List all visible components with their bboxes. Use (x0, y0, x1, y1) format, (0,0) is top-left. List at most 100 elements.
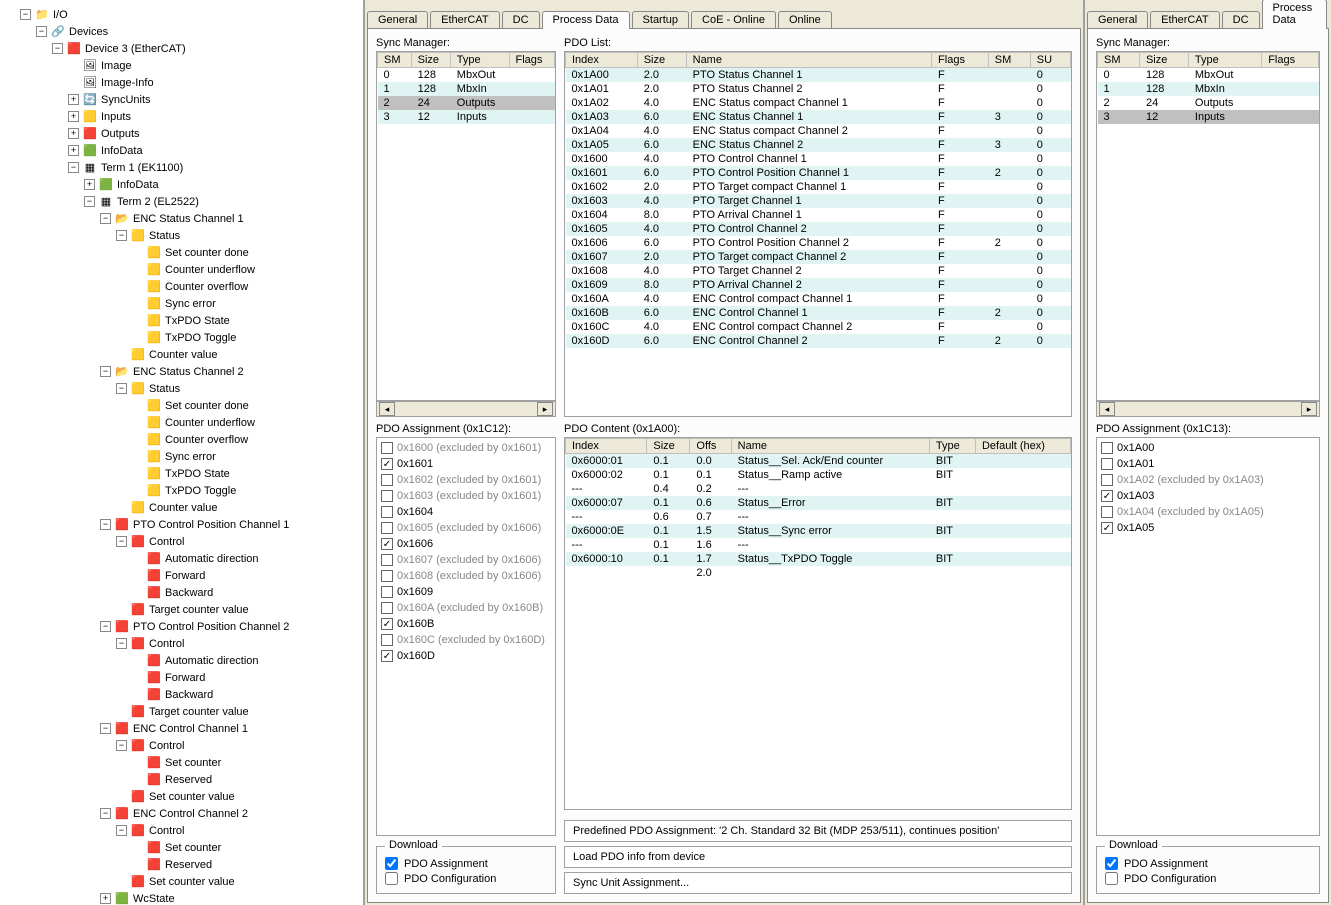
col-header[interactable]: SM (1098, 53, 1140, 68)
tree-encctrl1[interactable]: −🟥ENC Control Channel 1 (100, 720, 359, 737)
pdo-checkbox-item[interactable]: 0x1A01 (1099, 456, 1317, 472)
collapse-icon[interactable]: − (36, 26, 47, 37)
col-header[interactable]: Size (647, 439, 690, 454)
tab-process-data[interactable]: Process Data (542, 11, 630, 29)
table-row[interactable]: 312Inputs (378, 110, 555, 124)
checkbox-icon[interactable]: ✓ (381, 650, 393, 662)
tree-control[interactable]: −🟥Control (116, 533, 359, 550)
pdo-checkbox-item[interactable]: ✓0x160D (379, 648, 553, 664)
pdo-checkbox-item[interactable]: ✓0x1A03 (1099, 488, 1317, 504)
checkbox-icon[interactable] (381, 586, 393, 598)
collapse-icon[interactable]: − (116, 825, 127, 836)
table-row[interactable]: 0x1A012.0PTO Status Channel 2F0 (566, 82, 1071, 96)
pdo-checkbox-item[interactable]: ✓0x1606 (379, 536, 553, 552)
tree-control[interactable]: −🟥Control (116, 822, 359, 839)
tree-leaf[interactable]: 🟨Set counter done (132, 397, 359, 414)
table-row[interactable]: 0x6000:020.10.1Status__Ramp activeBIT (566, 468, 1071, 482)
checkbox-icon[interactable] (1101, 506, 1113, 518)
tab-ethercat[interactable]: EtherCAT (430, 11, 499, 28)
pdocontent-table[interactable]: IndexSizeOffsNameTypeDefault (hex)0x6000… (564, 437, 1072, 810)
collapse-icon[interactable]: − (116, 740, 127, 751)
col-header[interactable]: SM (988, 53, 1030, 68)
table-row[interactable]: 224Outputs (1098, 96, 1319, 110)
table-row[interactable]: 0x16048.0PTO Arrival Channel 1F0 (566, 208, 1071, 222)
pdo-checkbox-item[interactable]: 0x160C (excluded by 0x160D) (379, 632, 553, 648)
checkbox-icon[interactable] (381, 522, 393, 534)
scroll-right-icon[interactable]: ▸ (537, 402, 553, 416)
tree-inputs[interactable]: +🟨Inputs (68, 108, 359, 125)
tab-dc[interactable]: DC (502, 11, 540, 28)
tab-startup[interactable]: Startup (632, 11, 689, 28)
tab-process-data[interactable]: Process Data (1262, 0, 1327, 29)
table-row[interactable]: 2.0 (566, 566, 1071, 580)
table-row[interactable]: 0x16084.0PTO Target Channel 2F0 (566, 264, 1071, 278)
tree-leaf[interactable]: 🟨Counter value (116, 346, 359, 363)
tree-leaf[interactable]: 🟨Sync error (132, 448, 359, 465)
checkbox-icon[interactable] (381, 506, 393, 518)
table-row[interactable]: 0x16022.0PTO Target compact Channel 1F0 (566, 180, 1071, 194)
tree-image[interactable]: 🖼Image (68, 57, 359, 74)
table-row[interactable]: 0x16072.0PTO Target compact Channel 2F0 (566, 250, 1071, 264)
tree-leaf[interactable]: 🟨Counter overflow (132, 278, 359, 295)
col-header[interactable]: Size (1139, 53, 1188, 68)
tree-panel[interactable]: −📁I/O −🔗Devices −🟥Device 3 (EtherCAT) 🖼I… (0, 0, 365, 905)
scroll-left-icon[interactable]: ◂ (379, 402, 395, 416)
table-row[interactable]: 0x6000:010.10.0Status__Sel. Ack/End coun… (566, 454, 1071, 469)
tree-leaf[interactable]: 🟨TxPDO State (132, 312, 359, 329)
tab-online[interactable]: Online (778, 11, 832, 28)
tree-leaf[interactable]: 🟨Set counter done (132, 244, 359, 261)
checkbox-icon[interactable]: ✓ (381, 618, 393, 630)
col-header[interactable]: Size (637, 53, 686, 68)
table-row[interactable]: 312Inputs (1098, 110, 1319, 124)
syncunit-button[interactable]: Sync Unit Assignment... (564, 872, 1072, 894)
tree-term2[interactable]: −▦Term 2 (EL2522) (84, 193, 359, 210)
tab-general[interactable]: General (1087, 11, 1148, 28)
tree-status[interactable]: −🟨Status (116, 227, 359, 244)
table-row[interactable]: 0x160B6.0ENC Control Channel 1F20 (566, 306, 1071, 320)
collapse-icon[interactable]: − (52, 43, 63, 54)
table-row[interactable]: 1128MbxIn (378, 82, 555, 96)
expand-icon[interactable]: + (68, 145, 79, 156)
tree-leaf[interactable]: 🟥Reserved (132, 856, 359, 873)
tree-leaf[interactable]: 🟥Set counter value (116, 873, 359, 890)
table-row[interactable]: 0x16004.0PTO Control Channel 1F0 (566, 152, 1071, 166)
col-header[interactable]: Size (411, 53, 450, 68)
tree-ptopos1[interactable]: −🟥PTO Control Position Channel 1 (100, 516, 359, 533)
col-header[interactable]: Offs (690, 439, 731, 454)
checkbox-icon[interactable] (381, 442, 393, 454)
checkbox-icon[interactable] (381, 490, 393, 502)
tree-leaf[interactable]: 🟨TxPDO Toggle (132, 329, 359, 346)
collapse-icon[interactable]: − (116, 230, 127, 241)
tree-ptopos2[interactable]: −🟥PTO Control Position Channel 2 (100, 618, 359, 635)
scrollbar-horizontal[interactable]: ◂▸ (1096, 401, 1320, 417)
expand-icon[interactable]: + (68, 111, 79, 122)
pdo-checkbox-item[interactable]: 0x1607 (excluded by 0x1606) (379, 552, 553, 568)
scroll-right-icon[interactable]: ▸ (1301, 402, 1317, 416)
pdo-checkbox-item[interactable]: 0x1603 (excluded by 0x1601) (379, 488, 553, 504)
col-header[interactable]: Flags (509, 53, 555, 68)
pdo-checkbox-item[interactable]: ✓0x1601 (379, 456, 553, 472)
checkbox-icon[interactable]: ✓ (1101, 490, 1113, 502)
tree-leaf[interactable]: 🟨Counter underflow (132, 261, 359, 278)
table-row[interactable]: 0x160D6.0ENC Control Channel 2F20 (566, 334, 1071, 348)
col-header[interactable]: SM (378, 53, 412, 68)
pdo-checkbox-item[interactable]: 0x1609 (379, 584, 553, 600)
col-header[interactable]: Type (1188, 53, 1261, 68)
collapse-icon[interactable]: − (100, 213, 111, 224)
tree-leaf[interactable]: 🟨TxPDO State (132, 465, 359, 482)
pdo-checkbox-item[interactable]: 0x1A00 (1099, 440, 1317, 456)
tree-leaf[interactable]: 🟥Automatic direction (132, 550, 359, 567)
collapse-icon[interactable]: − (100, 519, 111, 530)
pdoassign-list-right[interactable]: 0x1A000x1A010x1A02 (excluded by 0x1A03)✓… (1096, 437, 1320, 836)
tree-leaf[interactable]: 🟥Set counter (132, 839, 359, 856)
pdoassignment-checkbox[interactable]: PDO Assignment (385, 857, 547, 870)
col-header[interactable]: Index (566, 439, 647, 454)
tree-leaf[interactable]: 🟥Set counter value (116, 788, 359, 805)
col-header[interactable]: Index (566, 53, 638, 68)
table-row[interactable]: 0x1A024.0ENC Status compact Channel 1F0 (566, 96, 1071, 110)
tree-leaf[interactable]: 🟥Backward (132, 584, 359, 601)
tree-control[interactable]: −🟥Control (116, 635, 359, 652)
tree-encctrl2[interactable]: −🟥ENC Control Channel 2 (100, 805, 359, 822)
col-header[interactable]: Flags (932, 53, 989, 68)
collapse-icon[interactable]: − (20, 9, 31, 20)
